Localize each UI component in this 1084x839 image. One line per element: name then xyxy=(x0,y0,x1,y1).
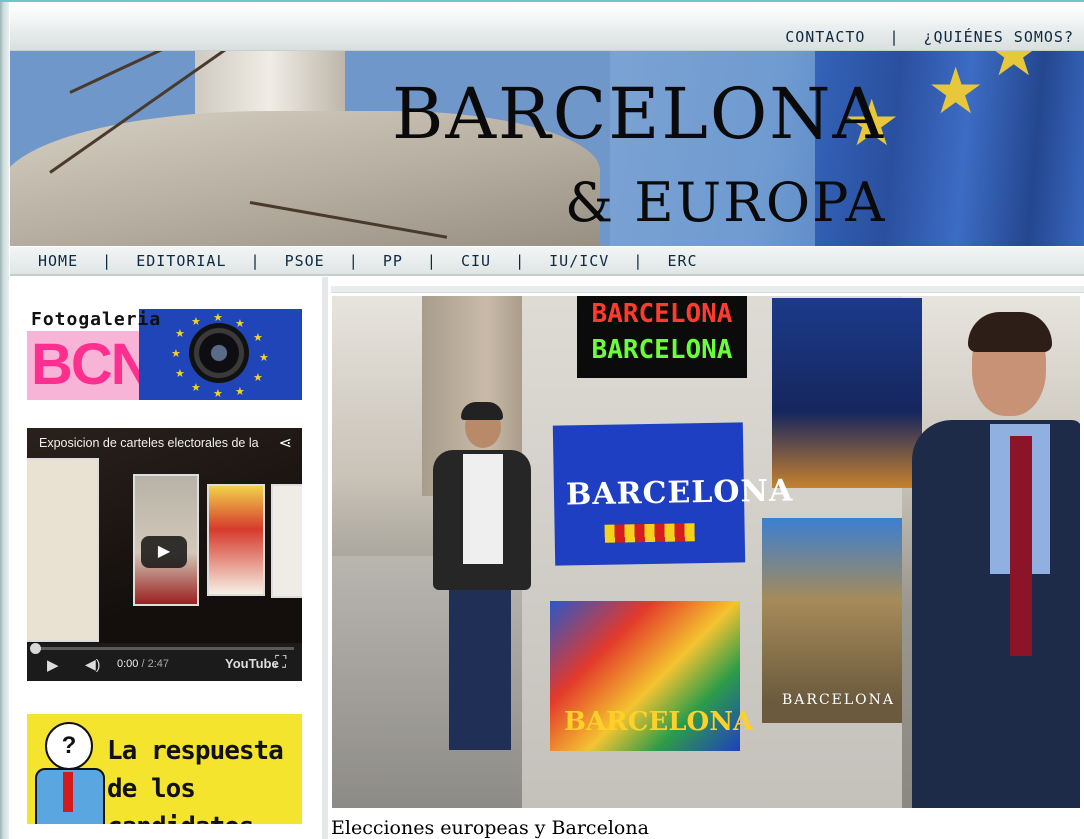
current-time: 0:00 xyxy=(117,658,139,670)
neon-sign: BARCELONA BARCELONA xyxy=(577,296,747,378)
fotogaleria-banner[interactable]: BCN Fotogaleria ★ ★ ★ ★ ★ ★ ★ ★ ★ ★ ★ ★ xyxy=(27,309,302,400)
star-icon: ★ xyxy=(253,372,263,384)
postcard-stripe xyxy=(604,523,695,543)
left-border xyxy=(0,0,9,839)
banner-title-europa: & EUROPA xyxy=(565,171,887,234)
top-separator: | xyxy=(889,28,900,46)
figure-tie xyxy=(63,772,73,812)
video-controls: ▶ ◀) 0:00 / 2:47 YouTube ⛶ xyxy=(27,643,302,681)
video-title[interactable]: Exposicion de carteles electorales de la xyxy=(39,436,267,450)
nav-item-erc[interactable]: ERC xyxy=(667,252,697,270)
fotogaleria-title: Fotogaleria xyxy=(31,309,162,330)
play-icon[interactable]: ▶ xyxy=(47,656,59,674)
nav-separator: | xyxy=(426,252,437,270)
main-content: BARCELONA BARCELONA BARCELONA BARCELONA … xyxy=(329,286,1084,839)
poster xyxy=(271,484,302,598)
progress-bar[interactable] xyxy=(35,647,294,650)
postcard-lizard: BARCELONA xyxy=(550,601,753,751)
share-icon[interactable]: ⋖ xyxy=(279,433,292,453)
play-button[interactable]: ▶ xyxy=(141,536,187,568)
pedestrian-cap xyxy=(461,402,503,420)
top-links: CONTACTO | ¿QUIÉNES SOMOS? xyxy=(785,28,1074,46)
postcard-cathedral xyxy=(772,298,922,488)
businessman xyxy=(902,312,1080,808)
duration: / 2:47 xyxy=(141,658,170,670)
star-icon: ★ xyxy=(213,312,223,324)
pedestrian xyxy=(427,402,537,766)
contacto-link[interactable]: CONTACTO xyxy=(785,28,865,46)
nav-separator: | xyxy=(348,252,359,270)
content-rule xyxy=(331,286,1084,293)
star-icon: ★ xyxy=(235,318,245,330)
progress-knob[interactable] xyxy=(30,643,41,654)
camera-lens-icon xyxy=(189,323,249,383)
star-icon: ★ xyxy=(175,328,185,340)
neon-text-green: BARCELONA xyxy=(591,335,733,365)
star-icon: ★ xyxy=(985,51,1043,89)
star-icon: ★ xyxy=(175,368,185,380)
star-icon: ★ xyxy=(235,386,245,398)
top-strip xyxy=(10,2,1084,24)
featured-photo[interactable]: BARCELONA BARCELONA BARCELONA BARCELONA … xyxy=(332,296,1080,808)
postcard-word: BARCELONA xyxy=(564,707,754,737)
nav-separator: | xyxy=(250,252,261,270)
businessman-tie xyxy=(1010,436,1032,656)
nav-item-psoe[interactable]: PSOE xyxy=(285,252,325,270)
photo-caption[interactable]: Elecciones europeas y Barcelona xyxy=(331,817,649,839)
bcn-label: BCN xyxy=(31,332,153,397)
respuesta-text: La respuesta de los candidatos xyxy=(107,736,284,824)
postcard-batllo: BARCELONA xyxy=(762,518,902,723)
candidate-figure-icon: ? xyxy=(35,722,105,824)
poster xyxy=(207,484,265,596)
quienes-somos-link[interactable]: ¿QUIÉNES SOMOS? xyxy=(924,28,1074,46)
poster xyxy=(27,458,99,642)
star-icon: ★ xyxy=(191,316,201,328)
star-icon: ★ xyxy=(253,332,263,344)
pedestrian-shirt xyxy=(463,454,503,564)
volume-icon[interactable]: ◀) xyxy=(85,656,100,673)
banner-title-barcelona: BARCELONA xyxy=(392,73,886,155)
question-icon: ? xyxy=(45,722,93,770)
pedestrian-legs xyxy=(449,590,511,750)
video-player[interactable]: Exposicion de carteles electorales de la… xyxy=(27,428,302,681)
star-icon: ★ xyxy=(213,388,223,400)
star-icon: ★ xyxy=(171,348,181,360)
main-navigation: HOME | EDITORIAL | PSOE | PP | CIU | IU/… xyxy=(10,247,1084,276)
video-time: 0:00 / 2:47 xyxy=(117,658,169,670)
nav-separator: | xyxy=(102,252,113,270)
neon-text-red: BARCELONA xyxy=(591,299,733,329)
postcard-barcelona: BARCELONA xyxy=(552,422,794,566)
nav-separator: | xyxy=(633,252,644,270)
top-navigation: CONTACTO | ¿QUIÉNES SOMOS? xyxy=(10,24,1084,51)
star-icon: ★ xyxy=(191,382,201,394)
businessman-hair xyxy=(968,312,1052,352)
postcard-word: BARCELONA xyxy=(782,692,896,708)
nav-item-ciu[interactable]: CIU xyxy=(461,252,491,270)
nav-item-pp[interactable]: PP xyxy=(383,252,403,270)
nav-item-editorial[interactable]: EDITORIAL xyxy=(136,252,226,270)
fullscreen-icon[interactable]: ⛶ xyxy=(275,654,286,672)
star-icon: ★ xyxy=(259,352,269,364)
main-nav-items: HOME | EDITORIAL | PSOE | PP | CIU | IU/… xyxy=(38,252,698,270)
header-banner: ★ ★ ★ BARCELONA & EUROPA xyxy=(10,51,1084,246)
star-icon: ★ xyxy=(927,55,985,127)
youtube-logo[interactable]: YouTube xyxy=(225,656,279,671)
nav-separator: | xyxy=(515,252,526,270)
postcard-word: BARCELONA xyxy=(565,473,794,513)
nav-item-iu-icv[interactable]: IU/ICV xyxy=(549,252,609,270)
nav-item-home[interactable]: HOME xyxy=(38,252,78,270)
respuesta-candidatos-banner[interactable]: ? La respuesta de los candidatos xyxy=(27,714,302,824)
